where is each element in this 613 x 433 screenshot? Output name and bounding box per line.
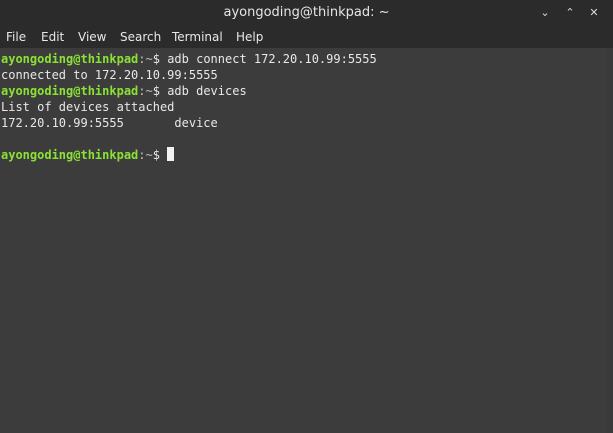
prompt-user: ayongoding@thinkpad (1, 52, 139, 66)
prompt-symbol: $ (152, 84, 160, 98)
text-cursor (167, 147, 175, 161)
prompt-user: ayongoding@thinkpad (1, 84, 139, 98)
prompt-symbol: $ (152, 52, 160, 66)
prompt-symbol: $ (152, 148, 160, 162)
command-text: adb connect 172.20.10.99:5555 (167, 52, 377, 66)
window-title: ayongoding@thinkpad: ~ (223, 5, 390, 20)
menu-bar: File Edit View Search Terminal Help (0, 26, 613, 48)
prompt-path: :~ (138, 84, 153, 98)
terminal-line: List of devices attached (1, 100, 175, 114)
prompt-user: ayongoding@thinkpad (1, 148, 139, 162)
terminal-line: 172.20.10.99:5555 device (1, 116, 218, 130)
minimize-icon[interactable]: ⌄ (537, 5, 553, 21)
scrollbar[interactable] (607, 48, 613, 433)
title-bar[interactable]: ayongoding@thinkpad: ~ ⌄ ⌃ ✕ (0, 0, 613, 26)
prompt-path: :~ (138, 148, 153, 162)
command-text: adb devices (167, 84, 247, 98)
terminal-window: ayongoding@thinkpad: ~ ⌄ ⌃ ✕ File Edit V… (0, 0, 613, 433)
terminal-line: ayongoding@thinkpad:~$ (1, 147, 175, 163)
terminal-line: connected to 172.20.10.99:5555 (1, 68, 218, 82)
menu-view[interactable]: View (78, 26, 106, 48)
prompt-path: :~ (138, 52, 153, 66)
close-icon[interactable]: ✕ (586, 5, 602, 21)
terminal-line: ayongoding@thinkpad:~$ adb devices (1, 83, 247, 99)
terminal-output[interactable]: ayongoding@thinkpad:~$ adb connect 172.2… (0, 48, 613, 433)
terminal-line: ayongoding@thinkpad:~$ adb connect 172.2… (1, 51, 377, 67)
menu-file[interactable]: File (6, 26, 26, 48)
menu-edit[interactable]: Edit (41, 26, 64, 48)
menu-search[interactable]: Search (120, 26, 161, 48)
menu-terminal[interactable]: Terminal (172, 26, 223, 48)
maximize-icon[interactable]: ⌃ (562, 5, 578, 21)
menu-help[interactable]: Help (236, 26, 263, 48)
